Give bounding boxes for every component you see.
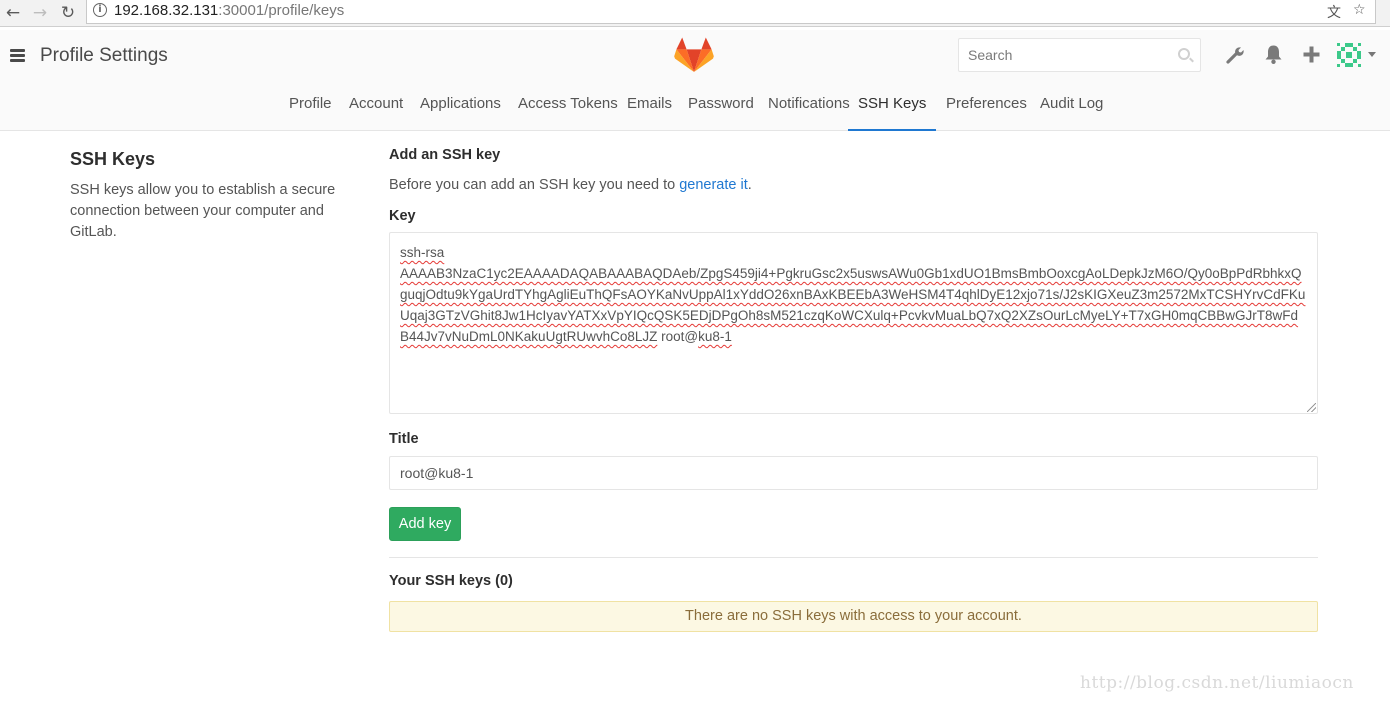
key-label: Key <box>389 208 416 224</box>
generate-it-link[interactable]: generate it <box>679 177 748 193</box>
key-text: ssh-rsa AAAAB3NzaC1yc2EAAAADAQABAAABAQDAe… <box>400 245 1306 344</box>
info-icon[interactable]: i <box>93 3 107 17</box>
tab-ssh-keys[interactable]: SSH Keys <box>848 95 937 131</box>
back-icon[interactable]: ← <box>2 2 24 24</box>
tab-notifications[interactable]: Notifications <box>768 95 850 131</box>
star-icon[interactable]: ☆ <box>1353 2 1366 18</box>
app-header: Profile Settings <box>0 30 1390 82</box>
plus-icon[interactable] <box>1303 46 1320 63</box>
title-label: Title <box>389 431 419 447</box>
gitlab-logo[interactable] <box>674 37 714 73</box>
resize-handle[interactable] <box>1307 403 1316 412</box>
url-path: :30001/profile/keys <box>218 2 345 19</box>
tab-access-tokens[interactable]: Access Tokens <box>518 95 618 131</box>
section-description: SSH keys allow you to establish a secure… <box>70 182 336 240</box>
search-field[interactable] <box>958 38 1201 72</box>
tab-password[interactable]: Password <box>688 95 754 131</box>
avatar[interactable] <box>1336 42 1362 68</box>
ssh-keys-list-heading: Your SSH keys (0) <box>389 573 513 589</box>
empty-keys-alert: There are no SSH keys with access to you… <box>389 601 1318 632</box>
hamburger-icon[interactable] <box>10 49 25 62</box>
tab-account[interactable]: Account <box>349 95 403 131</box>
tab-applications[interactable]: Applications <box>420 95 501 131</box>
tab-profile[interactable]: Profile <box>289 95 332 131</box>
key-textarea[interactable]: ssh-rsa AAAAB3NzaC1yc2EAAAADAQABAAABAQDAe… <box>389 232 1318 414</box>
reload-icon[interactable]: ↻ <box>57 2 79 24</box>
watermark: http://blog.csdn.net/liumiaocn <box>1080 673 1354 693</box>
tab-audit-log[interactable]: Audit Log <box>1040 95 1103 131</box>
address-bar[interactable]: i 192.168.32.131:30001/profile/keys 文 ☆ <box>86 0 1376 24</box>
wrench-icon[interactable] <box>1226 45 1246 65</box>
add-key-heading: Add an SSH key <box>389 147 501 163</box>
section-title: SSH Keys <box>70 149 156 169</box>
intro-text: Before you can add an SSH key you need t… <box>389 177 680 193</box>
intro-period: . <box>747 177 752 193</box>
browser-toolbar: ← → ↻ i 192.168.32.131:30001/profile/key… <box>0 0 1390 27</box>
add-key-button[interactable]: Add key <box>389 507 461 541</box>
bell-icon[interactable] <box>1264 44 1283 65</box>
tab-emails[interactable]: Emails <box>627 95 672 131</box>
url-text: 192.168.32.131:30001/profile/keys <box>114 2 344 19</box>
add-key-intro: Before you can add an SSH key you need t… <box>389 177 752 193</box>
divider <box>389 557 1318 558</box>
tab-preferences[interactable]: Preferences <box>946 95 1027 131</box>
translate-icon[interactable]: 文 <box>1327 2 1341 22</box>
search-icon <box>1178 48 1190 60</box>
page-title: Profile Settings <box>40 45 168 66</box>
url-host: 192.168.32.131 <box>114 2 219 19</box>
search-input[interactable] <box>960 40 1170 70</box>
title-input[interactable]: root@ku8-1 <box>389 456 1318 490</box>
forward-icon[interactable]: → <box>29 2 51 24</box>
chevron-down-icon[interactable] <box>1368 52 1376 57</box>
settings-tabs: Profile Account Applications Access Toke… <box>0 82 1390 131</box>
